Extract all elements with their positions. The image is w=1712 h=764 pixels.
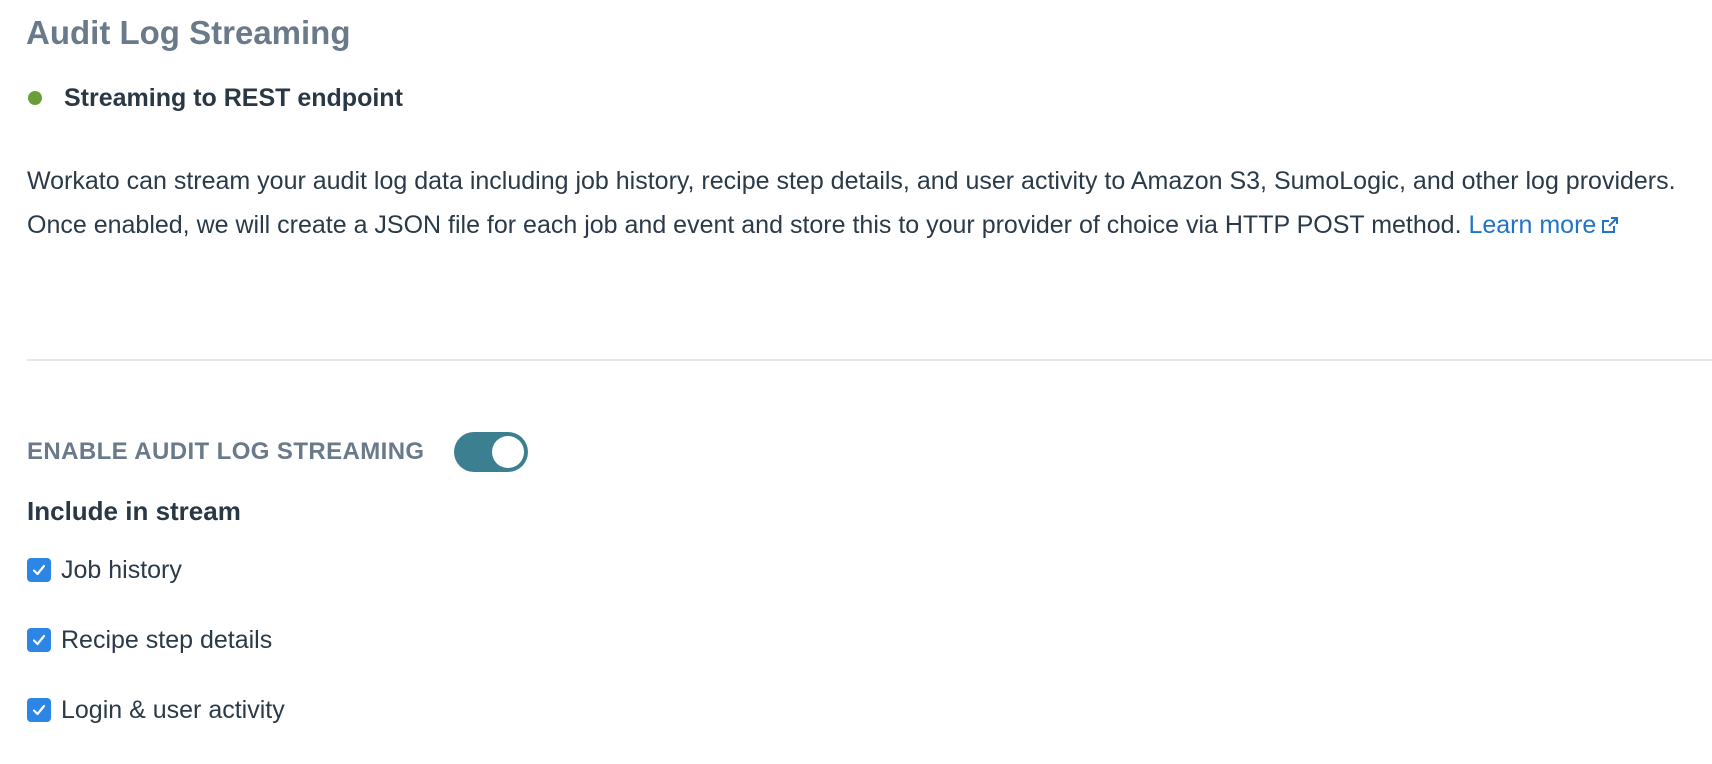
- toggle-knob: [492, 436, 524, 468]
- section-divider: [27, 359, 1712, 361]
- login-user-activity-checkbox-row[interactable]: Login & user activity: [27, 690, 285, 730]
- recipe-step-details-label: Recipe step details: [61, 625, 273, 654]
- enable-streaming-label: ENABLE AUDIT LOG STREAMING: [27, 438, 425, 465]
- page-title: Audit Log Streaming: [26, 14, 351, 51]
- checkbox-checked-icon[interactable]: [27, 628, 51, 652]
- audit-log-streaming-page: Audit Log Streaming Streaming to REST en…: [0, 0, 1712, 764]
- description-text: Workato can stream your audit log data i…: [27, 167, 1676, 239]
- status-dot-icon: [28, 91, 42, 105]
- enable-streaming-row: ENABLE AUDIT LOG STREAMING: [27, 432, 528, 472]
- login-user-activity-label: Login & user activity: [61, 695, 285, 724]
- description: Workato can stream your audit log data i…: [27, 159, 1707, 249]
- learn-more-link[interactable]: Learn more: [1468, 211, 1620, 239]
- checkbox-checked-icon[interactable]: [27, 698, 51, 722]
- recipe-step-details-checkbox-row[interactable]: Recipe step details: [27, 620, 272, 660]
- job-history-checkbox-row[interactable]: Job history: [27, 550, 182, 590]
- include-in-stream-heading: Include in stream: [27, 496, 241, 526]
- status-text: Streaming to REST endpoint: [64, 83, 403, 112]
- external-link-icon: [1600, 205, 1620, 249]
- learn-more-label: Learn more: [1468, 211, 1597, 239]
- checkbox-checked-icon[interactable]: [27, 558, 51, 582]
- enable-streaming-toggle[interactable]: [454, 432, 528, 472]
- job-history-label: Job history: [61, 555, 182, 584]
- streaming-status: Streaming to REST endpoint: [28, 78, 403, 118]
